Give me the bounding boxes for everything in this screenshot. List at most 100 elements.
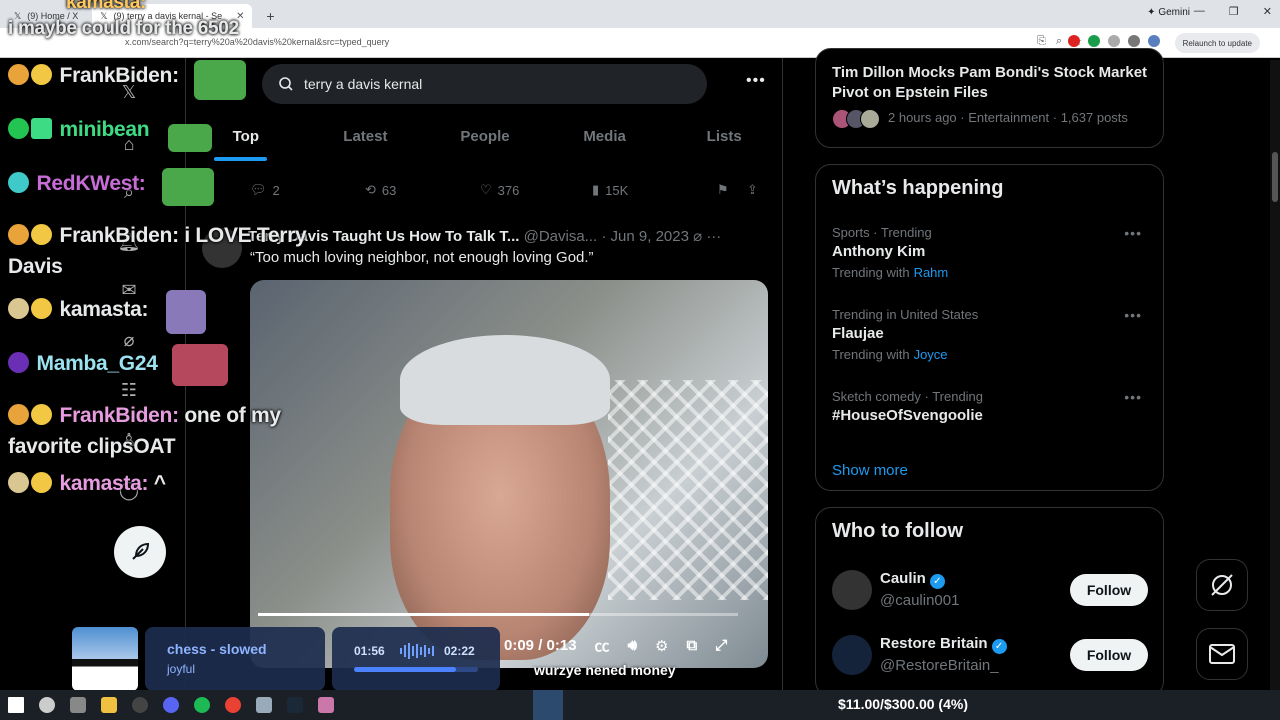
close-window-icon[interactable]: ✕ <box>1263 5 1272 18</box>
compose-post-button[interactable] <box>114 526 166 578</box>
avatar[interactable] <box>832 570 872 610</box>
chat-username: kamasta: <box>66 0 146 13</box>
follow-button[interactable]: Follow <box>1070 574 1148 606</box>
picture-in-picture-icon[interactable]: ⧉ <box>686 637 697 654</box>
chat-badge-icon <box>31 404 52 425</box>
trend-more-icon[interactable]: ••• <box>1124 389 1142 405</box>
video-progress-bar[interactable] <box>258 613 738 616</box>
spotify-icon[interactable] <box>194 697 210 713</box>
windows-start-icon[interactable] <box>8 697 24 713</box>
post-more-icon[interactable]: ··· <box>706 228 721 245</box>
follow-suggestion[interactable]: Caulin ✓ @caulin001 Follow <box>832 566 1152 614</box>
trend-name: #HouseOfSvengoolie <box>832 407 983 424</box>
chat-badge-icon <box>8 472 29 493</box>
now-playing-time-panel: 01:56 02:22 <box>332 627 500 691</box>
extension-icon[interactable] <box>1108 35 1120 47</box>
follow-name[interactable]: Caulin ✓ <box>880 570 945 589</box>
song-artist: joyful <box>167 662 196 676</box>
views-button[interactable]: ▮ 15K <box>592 182 717 198</box>
overlay-viewer-name: wurzye nened money <box>534 662 676 678</box>
active-tab-indicator <box>214 157 267 161</box>
envelope-icon <box>1209 644 1235 664</box>
reply-button[interactable]: 💬︎ 2 <box>250 182 365 198</box>
search-icon <box>279 77 293 91</box>
discord-icon[interactable] <box>163 697 179 713</box>
video-subject-cap <box>400 335 610 425</box>
gemini-button[interactable]: ✦ Gemini <box>1147 7 1190 18</box>
zoom-icon[interactable]: ⌕ <box>1056 35 1062 48</box>
chat-username: kamasta: <box>59 298 149 321</box>
tab-lists[interactable]: Lists <box>664 116 782 162</box>
video-controls: 0:09 / 0:13 ㏄ 🔊︎ ⚙ ⧉ ⤢ <box>504 635 727 656</box>
trend-with-label: Trending with <box>832 265 910 280</box>
search-input[interactable]: terry a davis kernal <box>262 64 707 104</box>
trend-more-icon[interactable]: ••• <box>1124 225 1142 241</box>
steam-icon[interactable] <box>287 697 303 713</box>
grok-icon[interactable]: ⌀ <box>117 330 141 354</box>
trend-with-link[interactable]: Rahm <box>914 265 949 280</box>
grok-floating-button[interactable] <box>1196 559 1248 611</box>
post-author-handle[interactable]: @Davisa... <box>524 228 598 245</box>
app-icon[interactable] <box>256 697 272 713</box>
file-explorer-icon[interactable] <box>101 697 117 713</box>
trend-item[interactable]: Sketch comedy · Trending #HouseOfSvengoo… <box>832 389 1152 424</box>
install-icon[interactable]: ⎘ <box>1037 35 1046 48</box>
chrome-icon[interactable] <box>225 697 241 713</box>
relaunch-button[interactable]: Relaunch to update <box>1174 33 1260 53</box>
chat-message: RedKWest: <box>8 172 146 196</box>
trend-item[interactable]: Trending in United States Flaujae Trendi… <box>832 307 1152 362</box>
settings-gear-icon[interactable]: ⚙ <box>655 637 668 655</box>
obs-icon[interactable] <box>132 697 148 713</box>
profile-avatar[interactable] <box>1148 35 1160 47</box>
volume-icon[interactable]: 🔊︎ <box>628 637 637 654</box>
follow-button[interactable]: Follow <box>1070 639 1148 671</box>
trend-category: Trending in United States <box>832 307 979 322</box>
trend-with-link[interactable]: Joyce <box>914 347 948 362</box>
donation-goal: $11.00/$300.00 (4%) <box>838 696 968 712</box>
task-view-icon[interactable] <box>70 697 86 713</box>
show-more-link[interactable]: Show more <box>832 462 908 479</box>
album-art <box>72 627 138 691</box>
view-count: 15K <box>605 182 629 198</box>
maximize-icon[interactable]: ❐ <box>1229 5 1239 18</box>
trend-item[interactable]: Sports · Trending Anthony Kim Trending w… <box>832 225 1152 280</box>
extension-icon[interactable] <box>1068 35 1080 47</box>
scrollbar[interactable] <box>1270 60 1280 690</box>
grok-post-icon[interactable]: ⌀ <box>693 228 702 245</box>
like-button[interactable]: ♡ 376 <box>480 182 592 198</box>
verified-badge-icon: ✓ <box>929 574 945 589</box>
reply-count: 2 <box>272 182 280 198</box>
share-icon[interactable]: ⇪ <box>747 182 758 198</box>
chat-username: kamasta: <box>59 472 149 495</box>
tab-latest[interactable]: Latest <box>306 116 426 162</box>
search-more-options-icon[interactable]: ••• <box>746 72 766 90</box>
tab-media[interactable]: Media <box>545 116 665 162</box>
extension-icon[interactable] <box>1088 35 1100 47</box>
bookmark-icon[interactable]: ⚑ <box>717 182 747 198</box>
repost-button[interactable]: ⟲ 63 <box>365 182 480 198</box>
post-date[interactable]: · Jun 9, 2023 <box>601 228 689 245</box>
scrollbar-thumb[interactable] <box>1272 152 1278 202</box>
news-meta: 2 hours ago · Entertainment · 1,637 post… <box>888 110 1128 125</box>
tab-people[interactable]: People <box>425 116 545 162</box>
app-icon[interactable] <box>318 697 334 713</box>
video-player[interactable]: 0:09 / 0:13 ㏄ 🔊︎ ⚙ ⧉ ⤢ <box>250 280 768 668</box>
avatar[interactable] <box>832 635 872 675</box>
whats-happening-card: What’s happening Sports · Trending Antho… <box>815 164 1164 491</box>
previous-post-actions: 💬︎ 2 ⟲ 63 ♡ 376 ▮ 15K ⚑ ⇪ <box>250 182 770 198</box>
messages-floating-button[interactable] <box>1196 628 1248 680</box>
song-progress-bar <box>354 667 478 672</box>
minimize-icon[interactable]: — <box>1194 5 1205 18</box>
follow-name[interactable]: Restore Britain ✓ <box>880 635 1007 654</box>
chat-message: Mamba_G24 <box>8 352 158 376</box>
trend-more-icon[interactable]: ••• <box>1124 307 1142 323</box>
news-card[interactable]: Tim Dillon Mocks Pam Bondi's Stock Marke… <box>815 48 1164 148</box>
follow-suggestion[interactable]: Restore Britain ✓ @RestoreBritain_ Follow <box>832 631 1152 679</box>
window-controls: — ❐ ✕ <box>1194 5 1272 18</box>
extensions-puzzle-icon[interactable] <box>1128 35 1140 47</box>
captions-icon[interactable]: ㏄ <box>595 635 610 656</box>
taskbar-search-icon[interactable] <box>39 697 55 713</box>
pepe-emote-icon <box>162 168 214 206</box>
fullscreen-icon[interactable]: ⤢ <box>715 637 727 654</box>
chat-message: kamasta: <box>8 298 149 322</box>
